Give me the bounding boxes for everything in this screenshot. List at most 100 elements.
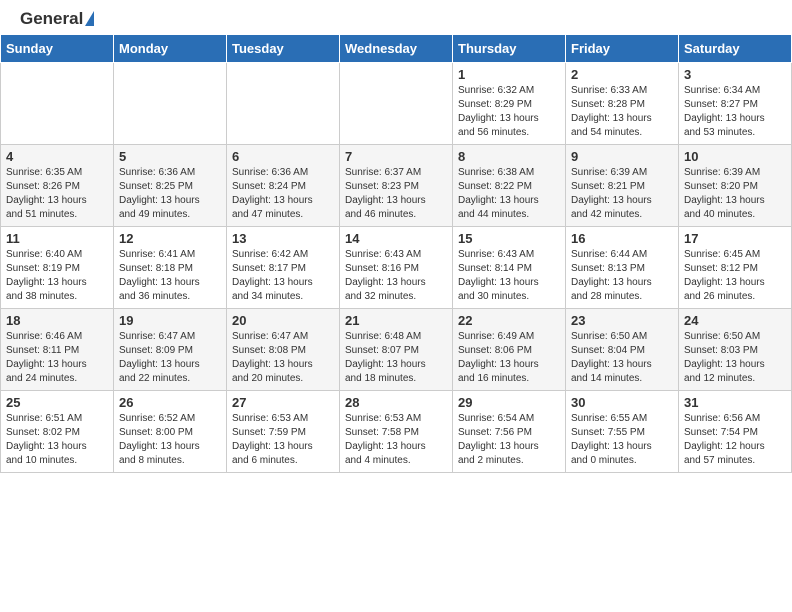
day-info: Sunrise: 6:53 AM Sunset: 7:58 PM Dayligh… <box>345 412 447 468</box>
day-number: 24 <box>684 313 786 328</box>
day-number: 2 <box>571 67 673 82</box>
calendar-day: 9Sunrise: 6:39 AM Sunset: 8:21 PM Daylig… <box>566 144 679 226</box>
day-info: Sunrise: 6:56 AM Sunset: 7:54 PM Dayligh… <box>684 412 786 468</box>
day-header-monday: Monday <box>114 34 227 62</box>
day-number: 26 <box>119 395 221 410</box>
calendar-day <box>114 62 227 144</box>
calendar-day <box>227 62 340 144</box>
calendar-day: 19 Sunrise: 6:47 AM Sunset: 8:09 PM Dayli… <box>114 308 227 390</box>
day-number: 19 <box>119 313 221 328</box>
day-info: Sunrise: 6:40 AM Sunset: 8:19 PM Dayligh… <box>6 248 108 304</box>
calendar-week-5: 25 Sunrise: 6:51 AM Sunset: 8:02 PM Dayli… <box>1 390 792 472</box>
day-info: Sunrise: 6:35 AM Sunset: 8:26 PM Dayligh… <box>6 166 108 222</box>
day-info: Sunrise: 6:53 AM Sunset: 7:59 PM Dayligh… <box>232 412 334 468</box>
day-number: 16 <box>571 231 673 246</box>
calendar-day: 15 Sunrise: 6:43 AM Sunset: 8:14 PM Dayli… <box>453 226 566 308</box>
calendar-week-4: 18 Sunrise: 6:46 AM Sunset: 8:11 PM Dayli… <box>1 308 792 390</box>
calendar-day: 18 Sunrise: 6:46 AM Sunset: 8:11 PM Dayli… <box>1 308 114 390</box>
calendar-day: 4 Sunrise: 6:35 AM Sunset: 8:26 PM Daylig… <box>1 144 114 226</box>
calendar-week-3: 11Sunrise: 6:40 AM Sunset: 8:19 PM Dayli… <box>1 226 792 308</box>
day-info: Sunrise: 6:50 AM Sunset: 8:03 PM Dayligh… <box>684 330 786 386</box>
day-number: 15 <box>458 231 560 246</box>
day-info: Sunrise: 6:46 AM Sunset: 8:11 PM Dayligh… <box>6 330 108 386</box>
day-info: Sunrise: 6:47 AM Sunset: 8:08 PM Dayligh… <box>232 330 334 386</box>
calendar-day: 26 Sunrise: 6:52 AM Sunset: 8:00 PM Dayli… <box>114 390 227 472</box>
calendar-day: 28 Sunrise: 6:53 AM Sunset: 7:58 PM Dayli… <box>340 390 453 472</box>
calendar-day: 8 Sunrise: 6:38 AM Sunset: 8:22 PM Daylig… <box>453 144 566 226</box>
calendar-day: 29 Sunrise: 6:54 AM Sunset: 7:56 PM Dayli… <box>453 390 566 472</box>
day-number: 29 <box>458 395 560 410</box>
day-info: Sunrise: 6:39 AM Sunset: 8:21 PM Dayligh… <box>571 166 673 222</box>
day-number: 14 <box>345 231 447 246</box>
day-number: 21 <box>345 313 447 328</box>
calendar-day: 16 Sunrise: 6:44 AM Sunset: 8:13 PM Dayli… <box>566 226 679 308</box>
calendar-day: 14 Sunrise: 6:43 AM Sunset: 8:16 PM Dayli… <box>340 226 453 308</box>
calendar-day: 22 Sunrise: 6:49 AM Sunset: 8:06 PM Dayli… <box>453 308 566 390</box>
calendar-day: 2 Sunrise: 6:33 AM Sunset: 8:28 PM Daylig… <box>566 62 679 144</box>
day-info: Sunrise: 6:45 AM Sunset: 8:12 PM Dayligh… <box>684 248 786 304</box>
day-info: Sunrise: 6:50 AM Sunset: 8:04 PM Dayligh… <box>571 330 673 386</box>
day-info: Sunrise: 6:36 AM Sunset: 8:25 PM Dayligh… <box>119 166 221 222</box>
calendar-day: 24 Sunrise: 6:50 AM Sunset: 8:03 PM Dayli… <box>679 308 792 390</box>
calendar-day: 12 Sunrise: 6:41 AM Sunset: 8:18 PM Dayli… <box>114 226 227 308</box>
day-info: Sunrise: 6:51 AM Sunset: 8:02 PM Dayligh… <box>6 412 108 468</box>
day-header-wednesday: Wednesday <box>340 34 453 62</box>
day-info: Sunrise: 6:39 AM Sunset: 8:20 PM Dayligh… <box>684 166 786 222</box>
calendar-day: 13 Sunrise: 6:42 AM Sunset: 8:17 PM Dayli… <box>227 226 340 308</box>
calendar-day: 17Sunrise: 6:45 AM Sunset: 8:12 PM Dayli… <box>679 226 792 308</box>
logo-general: General <box>20 10 94 29</box>
day-number: 20 <box>232 313 334 328</box>
calendar-day: 20 Sunrise: 6:47 AM Sunset: 8:08 PM Dayli… <box>227 308 340 390</box>
day-info: Sunrise: 6:43 AM Sunset: 8:16 PM Dayligh… <box>345 248 447 304</box>
day-info: Sunrise: 6:54 AM Sunset: 7:56 PM Dayligh… <box>458 412 560 468</box>
day-info: Sunrise: 6:41 AM Sunset: 8:18 PM Dayligh… <box>119 248 221 304</box>
calendar-day <box>340 62 453 144</box>
day-number: 12 <box>119 231 221 246</box>
day-header-sunday: Sunday <box>1 34 114 62</box>
day-number: 28 <box>345 395 447 410</box>
calendar-day: 3Sunrise: 6:34 AM Sunset: 8:27 PM Daylig… <box>679 62 792 144</box>
calendar-week-1: 1 Sunrise: 6:32 AM Sunset: 8:29 PM Daylig… <box>1 62 792 144</box>
day-header-saturday: Saturday <box>679 34 792 62</box>
day-info: Sunrise: 6:44 AM Sunset: 8:13 PM Dayligh… <box>571 248 673 304</box>
day-info: Sunrise: 6:49 AM Sunset: 8:06 PM Dayligh… <box>458 330 560 386</box>
day-number: 13 <box>232 231 334 246</box>
day-info: Sunrise: 6:38 AM Sunset: 8:22 PM Dayligh… <box>458 166 560 222</box>
day-info: Sunrise: 6:52 AM Sunset: 8:00 PM Dayligh… <box>119 412 221 468</box>
calendar-header-row: SundayMondayTuesdayWednesdayThursdayFrid… <box>1 34 792 62</box>
day-header-thursday: Thursday <box>453 34 566 62</box>
day-info: Sunrise: 6:32 AM Sunset: 8:29 PM Dayligh… <box>458 84 560 140</box>
calendar-day: 30 Sunrise: 6:55 AM Sunset: 7:55 PM Dayli… <box>566 390 679 472</box>
calendar-day: 31 Sunrise: 6:56 AM Sunset: 7:54 PM Dayli… <box>679 390 792 472</box>
day-number: 4 <box>6 149 108 164</box>
day-number: 30 <box>571 395 673 410</box>
calendar-day: 25 Sunrise: 6:51 AM Sunset: 8:02 PM Dayli… <box>1 390 114 472</box>
calendar-day: 1 Sunrise: 6:32 AM Sunset: 8:29 PM Daylig… <box>453 62 566 144</box>
day-info: Sunrise: 6:42 AM Sunset: 8:17 PM Dayligh… <box>232 248 334 304</box>
day-number: 22 <box>458 313 560 328</box>
day-info: Sunrise: 6:55 AM Sunset: 7:55 PM Dayligh… <box>571 412 673 468</box>
day-info: Sunrise: 6:43 AM Sunset: 8:14 PM Dayligh… <box>458 248 560 304</box>
day-number: 1 <box>458 67 560 82</box>
day-info: Sunrise: 6:47 AM Sunset: 8:09 PM Dayligh… <box>119 330 221 386</box>
day-number: 25 <box>6 395 108 410</box>
calendar: SundayMondayTuesdayWednesdayThursdayFrid… <box>0 34 792 473</box>
day-number: 18 <box>6 313 108 328</box>
calendar-day: 10 Sunrise: 6:39 AM Sunset: 8:20 PM Dayli… <box>679 144 792 226</box>
day-info: Sunrise: 6:37 AM Sunset: 8:23 PM Dayligh… <box>345 166 447 222</box>
calendar-day: 5 Sunrise: 6:36 AM Sunset: 8:25 PM Daylig… <box>114 144 227 226</box>
calendar-day: 27Sunrise: 6:53 AM Sunset: 7:59 PM Dayli… <box>227 390 340 472</box>
day-number: 5 <box>119 149 221 164</box>
calendar-day: 6Sunrise: 6:36 AM Sunset: 8:24 PM Daylig… <box>227 144 340 226</box>
day-info: Sunrise: 6:34 AM Sunset: 8:27 PM Dayligh… <box>684 84 786 140</box>
day-number: 8 <box>458 149 560 164</box>
calendar-day: 7Sunrise: 6:37 AM Sunset: 8:23 PM Daylig… <box>340 144 453 226</box>
day-header-tuesday: Tuesday <box>227 34 340 62</box>
day-info: Sunrise: 6:33 AM Sunset: 8:28 PM Dayligh… <box>571 84 673 140</box>
day-number: 31 <box>684 395 786 410</box>
calendar-day: 23Sunrise: 6:50 AM Sunset: 8:04 PM Dayli… <box>566 308 679 390</box>
day-number: 10 <box>684 149 786 164</box>
calendar-day: 11Sunrise: 6:40 AM Sunset: 8:19 PM Dayli… <box>1 226 114 308</box>
day-info: Sunrise: 6:48 AM Sunset: 8:07 PM Dayligh… <box>345 330 447 386</box>
calendar-day <box>1 62 114 144</box>
